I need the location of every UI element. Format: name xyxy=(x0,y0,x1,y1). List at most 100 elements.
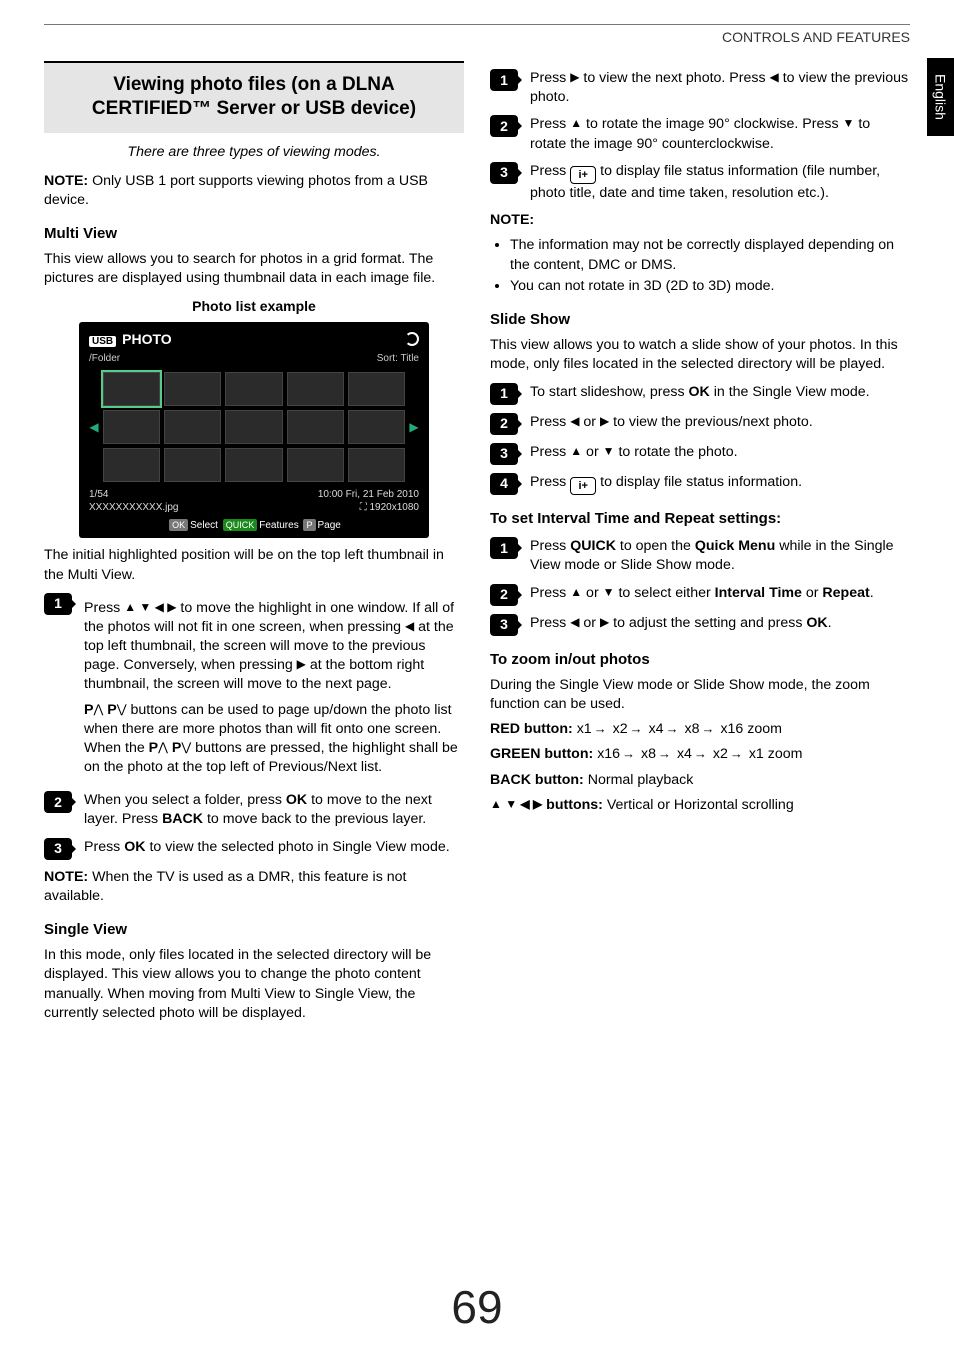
step-text: Press i+ to display file status informat… xyxy=(530,473,910,495)
pl-path: /Folder xyxy=(89,352,120,366)
arrow-right-icon: → xyxy=(730,745,743,763)
page-number: 69 xyxy=(0,1280,954,1334)
step-text: Press ▲ or ▼ to rotate the photo. xyxy=(530,443,910,465)
ss-step-3: 3 Press ▲ or ▼ to rotate the photo. xyxy=(490,443,910,465)
p-down-icon: ⋁ xyxy=(181,741,191,753)
pl-thumb xyxy=(225,372,282,406)
step-number: 2 xyxy=(490,584,518,606)
pl-left-arrow: ◀ xyxy=(89,419,99,435)
down-arrow-icon: ▼ xyxy=(603,445,615,457)
step-number: 1 xyxy=(490,537,518,559)
arrow-right-icon: → xyxy=(702,720,715,738)
pl-grid xyxy=(103,372,405,482)
int-step-3: 3 Press ◀ or ▶ to adjust the setting and… xyxy=(490,614,910,636)
up-arrow-icon: ▲ xyxy=(570,117,582,129)
step-number: 3 xyxy=(490,162,518,184)
multi-view-heading: Multi View xyxy=(44,224,464,244)
pl-time: 10:00 Fri, 21 Feb 2010 xyxy=(318,488,419,502)
pl-title: USBPHOTO xyxy=(89,330,172,349)
after-list-text: The initial highlighted position will be… xyxy=(44,546,464,584)
interval-heading: To set Interval Time and Repeat settings… xyxy=(490,509,910,529)
pl-thumb xyxy=(348,372,405,406)
mv-step-1-p1: Press ▲ ▼ ◀ ▶ to move the highlight in o… xyxy=(84,599,464,695)
photo-list-example: USBPHOTO /Folder Sort: Title ◀ xyxy=(79,322,429,539)
sv-step-1: 1 Press ▶ to view the next photo. Press … xyxy=(490,69,910,107)
step-number: 3 xyxy=(490,614,518,636)
pl-sub-row: /Folder Sort: Title xyxy=(89,352,419,366)
language-tab: English xyxy=(927,58,954,136)
step-text: When you select a folder, press OK to mo… xyxy=(84,791,464,829)
single-view-body: In this mode, only files located in the … xyxy=(44,946,464,1023)
note-label: NOTE: xyxy=(44,869,88,885)
up-arrow-icon: ▲ xyxy=(570,586,582,598)
step-number: 1 xyxy=(490,69,518,91)
pl-key-ok: OK xyxy=(169,519,188,531)
step-number: 3 xyxy=(490,443,518,465)
step-text: Press ▲ or ▼ to select either Interval T… xyxy=(530,584,910,606)
language-tab-label: English xyxy=(933,74,949,120)
p-up-icon: ⋀ xyxy=(93,703,103,715)
note-dmr-text: When the TV is used as a DMR, this featu… xyxy=(44,869,406,904)
pl-thumb xyxy=(164,410,221,444)
p-up-icon: ⋀ xyxy=(158,741,168,753)
mv-step-1-p2: P⋀ P⋁ buttons can be used to page up/dow… xyxy=(84,701,464,778)
right-arrow-icon: ▶ xyxy=(297,658,306,670)
intro-italic: There are three types of viewing modes. xyxy=(44,143,464,162)
up-arrow-icon: ▲ xyxy=(570,445,582,457)
step-number: 2 xyxy=(490,115,518,137)
page-root: CONTROLS AND FEATURES English Viewing ph… xyxy=(0,0,954,1352)
zoom-back: BACK button: Normal playback xyxy=(490,771,910,790)
pl-sort: Sort: Title xyxy=(377,352,419,366)
right-column: 1 Press ▶ to view the next photo. Press … xyxy=(490,61,910,1029)
zoom-heading: To zoom in/out photos xyxy=(490,650,910,670)
pl-info-left: 1/54 XXXXXXXXXXX.jpg xyxy=(89,488,179,515)
step-text: Press ◀ or ▶ to adjust the setting and p… xyxy=(530,614,910,636)
p-down-icon: ⋁ xyxy=(117,703,127,715)
usb-icon: USB xyxy=(89,336,116,347)
step-text: Press ◀ or ▶ to view the previous/next p… xyxy=(530,413,910,435)
zoom-green: GREEN button: x16→ x8→ x4→ x2→ x1 zoom xyxy=(490,745,910,764)
pl-thumb xyxy=(348,410,405,444)
pl-thumb xyxy=(348,448,405,482)
sv-step-3: 3 Press i+ to display file status inform… xyxy=(490,162,910,204)
note-heading: NOTE: xyxy=(490,211,910,230)
slide-show-heading: Slide Show xyxy=(490,310,910,330)
step-text: Press ▲ ▼ ◀ ▶ to move the highlight in o… xyxy=(84,593,464,784)
zoom-red: RED button: x1→ x2→ x4→ x8→ x16 zoom xyxy=(490,720,910,739)
pl-features: Features xyxy=(259,520,298,531)
pl-res: ⛶ 1920x1080 xyxy=(318,501,419,515)
step-text: To start slideshow, press OK in the Sing… xyxy=(530,383,910,405)
pl-thumb xyxy=(164,448,221,482)
pl-thumb xyxy=(287,372,344,406)
step-number: 1 xyxy=(44,593,72,615)
zoom-body: During the Single View mode or Slide Sho… xyxy=(490,676,910,714)
ss-step-4: 4 Press i+ to display file status inform… xyxy=(490,473,910,495)
left-arrow-icon: ◀ xyxy=(405,620,414,632)
note-dmr: NOTE: When the TV is used as a DMR, this… xyxy=(44,868,464,906)
mv-step-3: 3 Press OK to view the selected photo in… xyxy=(44,838,464,860)
content-columns: Viewing photo files (on a DLNA CERTIFIED… xyxy=(44,61,910,1029)
mv-step-2: 2 When you select a folder, press OK to … xyxy=(44,791,464,829)
pl-info-right: 10:00 Fri, 21 Feb 2010 ⛶ 1920x1080 xyxy=(318,488,419,515)
arrow-right-icon: → xyxy=(630,720,643,738)
pl-thumb xyxy=(225,448,282,482)
pl-right-arrow: ▶ xyxy=(409,419,419,435)
pl-thumb xyxy=(103,372,160,406)
pl-info-row: 1/54 XXXXXXXXXXX.jpg 10:00 Fri, 21 Feb 2… xyxy=(89,488,419,515)
right-arrow-icon: ▶ xyxy=(600,616,609,628)
ss-step-2: 2 Press ◀ or ▶ to view the previous/next… xyxy=(490,413,910,435)
pl-thumb xyxy=(287,410,344,444)
note-bullets: The information may not be correctly dis… xyxy=(510,236,910,296)
step-number: 2 xyxy=(490,413,518,435)
sv-step-2: 2 Press ▲ to rotate the image 90° clockw… xyxy=(490,115,910,153)
pl-count: 1/54 xyxy=(89,488,179,502)
left-arrow-icon: ◀ xyxy=(770,71,779,83)
step-text: Press OK to view the selected photo in S… xyxy=(84,838,464,860)
pl-key-quick: QUICK xyxy=(223,519,258,531)
pl-key-p: P xyxy=(303,519,315,531)
step-number: 4 xyxy=(490,473,518,495)
step-text: Press i+ to display file status informat… xyxy=(530,162,910,204)
int-step-1: 1 Press QUICK to open the Quick Menu whi… xyxy=(490,537,910,575)
step-text: Press QUICK to open the Quick Menu while… xyxy=(530,537,910,575)
pl-thumb xyxy=(225,410,282,444)
